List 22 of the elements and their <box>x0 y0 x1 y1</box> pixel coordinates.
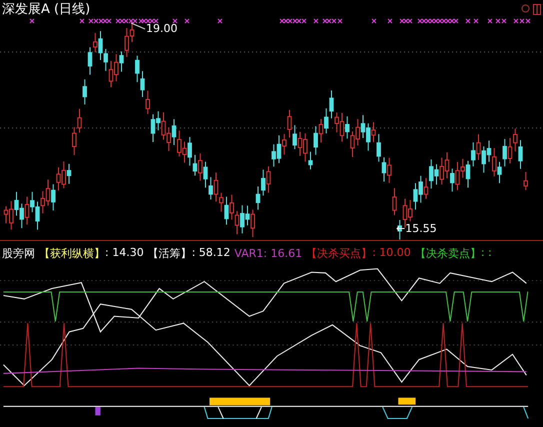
indicator-label: 【决杀卖点】 <box>414 246 481 261</box>
circle-icon[interactable] <box>521 4 530 12</box>
window-icon[interactable] <box>533 4 541 14</box>
signal-shape <box>523 406 529 419</box>
indicator-label: 【活筹】 <box>148 246 192 261</box>
signal-bar <box>398 398 416 405</box>
indicator-label: 【获利纵横】 <box>39 246 105 261</box>
indicator-value: : 14.30 <box>105 246 144 261</box>
leader-line <box>130 22 146 30</box>
signal-bar <box>95 407 100 416</box>
indicator-value: : 58.12 <box>192 246 230 261</box>
signal-shape <box>204 406 272 420</box>
indicator-value: : 16.61 <box>263 247 302 260</box>
indicator-value: : 10.00 <box>372 246 411 261</box>
indicator-label: VAR1 <box>234 247 264 260</box>
signal-shape <box>382 406 413 420</box>
price-label: 19.00 <box>146 22 178 35</box>
signal-bar <box>210 398 270 406</box>
chart-title: 深发展A (日线) <box>2 1 90 18</box>
indicator-name: 股旁网 <box>2 246 35 261</box>
indicator-label: 【决杀买点】 <box>306 246 372 261</box>
indicator-value: : : <box>480 246 492 261</box>
